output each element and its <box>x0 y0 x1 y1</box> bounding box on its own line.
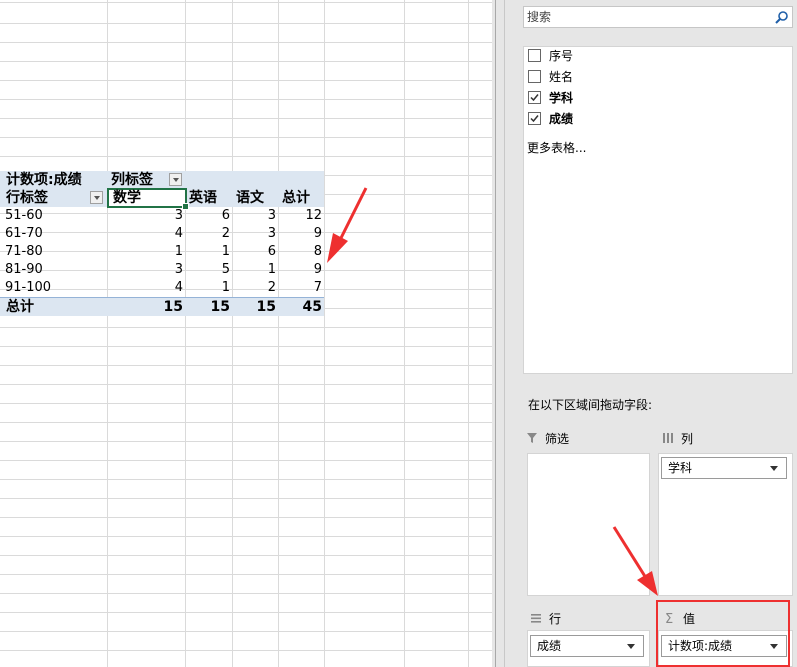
annotation-arrow-pivot <box>327 187 368 263</box>
annotation-overlay <box>327 187 658 596</box>
annotation-arrow-values <box>612 526 658 596</box>
